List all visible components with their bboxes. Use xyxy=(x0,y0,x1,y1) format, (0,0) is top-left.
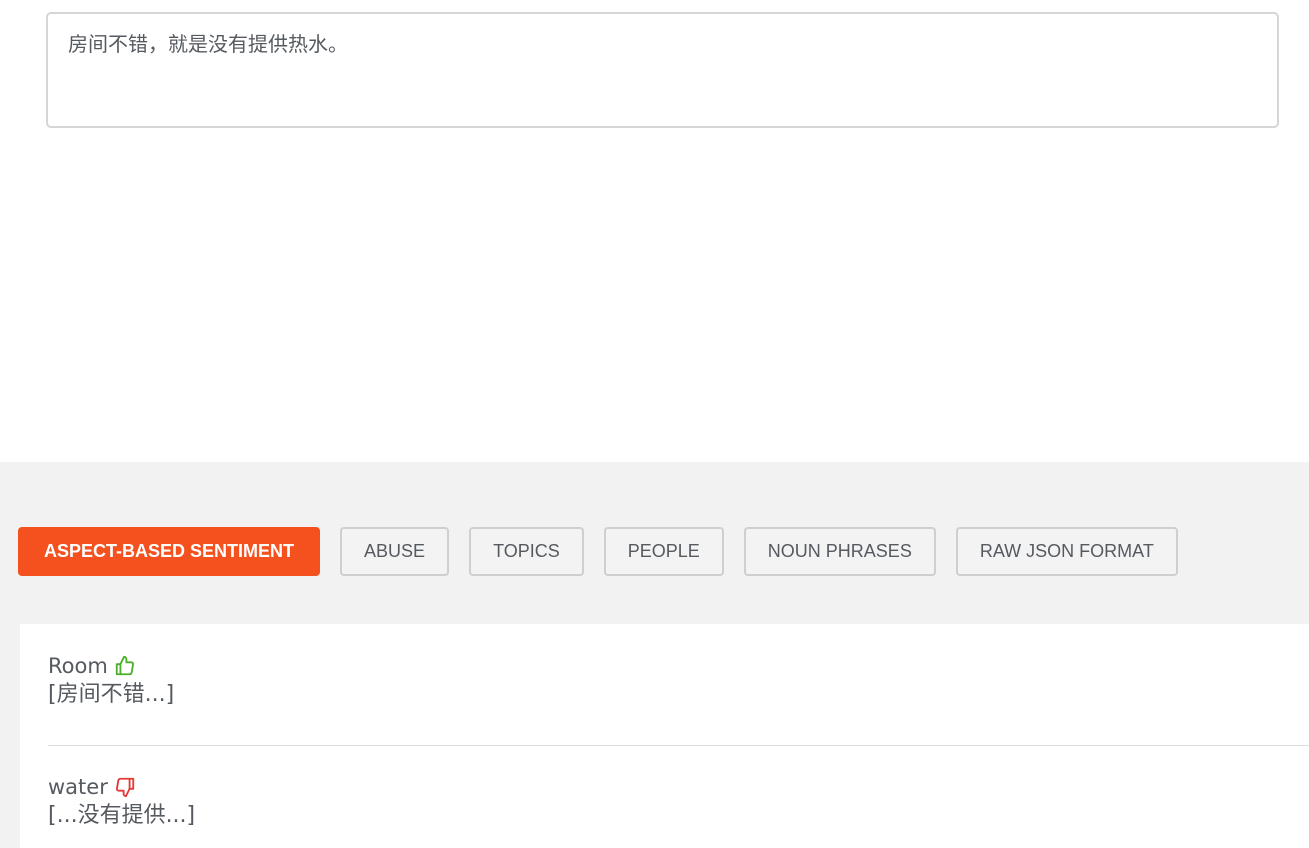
result-tabs: ASPECT-BASED SENTIMENT ABUSE TOPICS PEOP… xyxy=(18,527,1178,576)
tab-people[interactable]: PEOPLE xyxy=(603,527,724,576)
results-panel: Room [房间不错...] water [...没有提供...] xyxy=(20,624,1309,848)
tab-abuse[interactable]: ABUSE xyxy=(340,527,450,576)
tab-raw-json-format[interactable]: RAW JSON FORMAT xyxy=(955,527,1178,576)
results-section: ASPECT-BASED SENTIMENT ABUSE TOPICS PEOP… xyxy=(0,462,1309,848)
thumbs-up-icon xyxy=(114,655,136,677)
input-section: 房间不错，就是没有提供热水。 xyxy=(0,0,1309,462)
aspect-snippet: [...没有提供...] xyxy=(48,803,196,828)
tab-aspect-based-sentiment[interactable]: ASPECT-BASED SENTIMENT xyxy=(18,527,321,576)
text-input[interactable]: 房间不错，就是没有提供热水。 xyxy=(46,12,1279,128)
aspect-item: water [...没有提供...] xyxy=(48,773,195,831)
thumbs-down-icon xyxy=(114,776,136,798)
aspect-name-row: Room xyxy=(48,652,174,680)
tab-noun-phrases[interactable]: NOUN PHRASES xyxy=(743,527,936,576)
aspect-snippet: [房间不错...] xyxy=(48,682,175,707)
aspect-item: Room [房间不错...] xyxy=(48,652,174,710)
tab-topics[interactable]: TOPICS xyxy=(469,527,584,576)
aspect-name-row: water xyxy=(48,773,195,801)
divider xyxy=(48,745,1309,746)
aspect-name: water xyxy=(48,775,108,799)
aspect-name: Room xyxy=(48,654,108,678)
